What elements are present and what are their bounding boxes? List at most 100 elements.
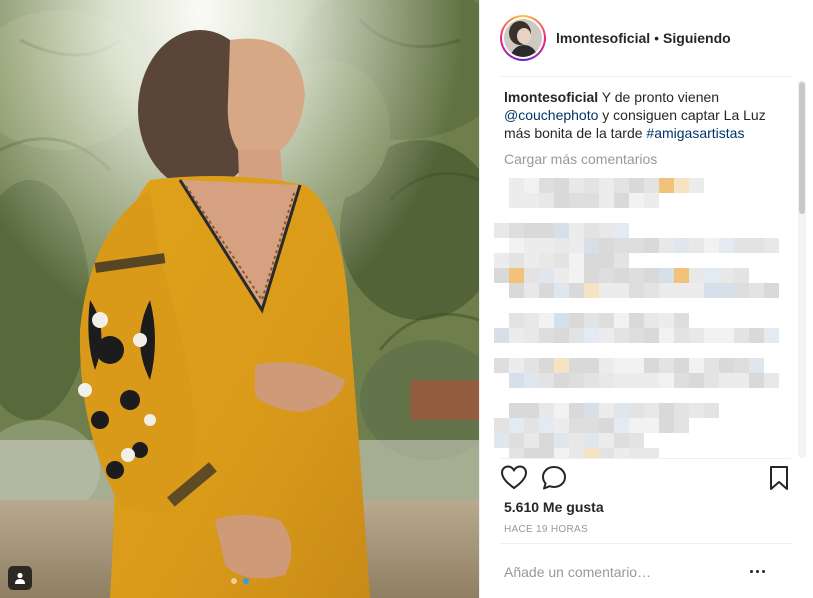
blur-pixel	[704, 358, 719, 373]
photo-scene	[0, 0, 479, 598]
blur-pixel	[554, 253, 569, 268]
post-timestamp[interactable]: HACE 19 HORAS	[504, 524, 588, 535]
blur-pixel	[719, 238, 734, 253]
avatar[interactable]	[500, 15, 546, 61]
blur-pixel	[539, 403, 554, 418]
save-button[interactable]	[765, 464, 793, 497]
blur-pixel	[539, 223, 554, 238]
blur-pixel	[524, 253, 539, 268]
blur-pixel	[614, 238, 629, 253]
blur-pixel	[614, 403, 629, 418]
blur-pixel	[674, 178, 689, 193]
caption-mention[interactable]: @couchephoto	[504, 107, 598, 123]
blur-pixel	[494, 223, 509, 238]
blur-pixel	[539, 178, 554, 193]
blur-pixel	[509, 193, 524, 208]
blur-pixel	[644, 268, 659, 283]
header-separator: •	[654, 30, 660, 46]
blur-pixel	[509, 328, 524, 343]
blur-pixel	[599, 268, 614, 283]
blur-pixel	[539, 418, 554, 433]
blur-pixel	[614, 418, 629, 433]
blur-pixel	[674, 313, 689, 328]
blur-pixel	[674, 328, 689, 343]
blur-pixel	[509, 418, 524, 433]
scrollbar-thumb[interactable]	[799, 82, 805, 214]
comments-scrollbar[interactable]	[798, 80, 806, 458]
blur-pixel	[509, 238, 524, 253]
like-button[interactable]	[500, 464, 528, 497]
blur-pixel	[599, 253, 614, 268]
more-options-icon	[750, 569, 753, 573]
blur-pixel	[509, 373, 524, 388]
blur-pixel	[554, 313, 569, 328]
blur-pixel	[599, 418, 614, 433]
caption-hashtag[interactable]: #amigasartistas	[646, 125, 744, 141]
blur-pixel	[719, 328, 734, 343]
post-photo[interactable]	[0, 0, 479, 598]
user-tags-button[interactable]	[8, 566, 32, 590]
blur-pixel	[629, 178, 644, 193]
blur-pixel	[539, 373, 554, 388]
load-more-comments-button[interactable]: Cargar más comentarios	[504, 150, 790, 168]
blur-pixel	[749, 373, 764, 388]
blur-pixel	[584, 328, 599, 343]
blur-pixel	[659, 283, 674, 298]
blur-pixel	[719, 358, 734, 373]
blur-pixel	[554, 418, 569, 433]
blur-pixel	[629, 313, 644, 328]
more-options-button[interactable]	[750, 566, 768, 576]
blur-pixel	[599, 358, 614, 373]
blur-pixel	[569, 448, 584, 458]
blur-pixel	[554, 193, 569, 208]
author-username[interactable]: lmontesoficial	[556, 30, 650, 46]
blur-pixel	[734, 373, 749, 388]
pixelated-comments	[494, 178, 786, 458]
blur-pixel	[644, 328, 659, 343]
blur-pixel	[539, 193, 554, 208]
blur-pixel	[509, 283, 524, 298]
blur-pixel	[689, 373, 704, 388]
add-comment-input[interactable]	[504, 562, 740, 582]
blur-pixel	[599, 403, 614, 418]
blur-pixel	[689, 283, 704, 298]
blur-pixel	[584, 373, 599, 388]
blur-pixel	[494, 253, 509, 268]
carousel-dot-active[interactable]	[243, 578, 249, 584]
blur-pixel	[584, 403, 599, 418]
blur-pixel	[584, 178, 599, 193]
blur-pixel	[689, 178, 704, 193]
blur-pixel	[569, 268, 584, 283]
blur-pixel	[674, 418, 689, 433]
blur-pixel	[539, 433, 554, 448]
likes-count[interactable]: 5.610 Me gusta	[504, 499, 604, 515]
following-button[interactable]: Siguiendo	[663, 30, 731, 46]
add-comment-divider	[500, 543, 791, 544]
blur-pixel	[629, 448, 644, 458]
blur-pixel	[659, 403, 674, 418]
blur-pixel	[734, 358, 749, 373]
blur-pixel	[644, 358, 659, 373]
blur-pixel	[524, 418, 539, 433]
carousel-dot[interactable]	[231, 578, 237, 584]
blur-pixel	[674, 373, 689, 388]
blur-pixel	[584, 238, 599, 253]
blur-pixel	[659, 328, 674, 343]
caption-username[interactable]: lmontesoficial	[504, 89, 598, 105]
bookmark-icon	[770, 466, 788, 490]
blur-pixel	[569, 193, 584, 208]
blur-pixel	[689, 328, 704, 343]
blur-pixel	[764, 328, 779, 343]
blur-pixel	[734, 268, 749, 283]
user-tag-icon	[15, 572, 25, 584]
blur-pixel	[599, 373, 614, 388]
caption: lmontesoficial Y de pronto vienen @couch…	[504, 88, 790, 142]
blur-pixel	[584, 193, 599, 208]
blur-pixel	[599, 193, 614, 208]
blur-pixel	[494, 358, 509, 373]
blur-pixel	[584, 268, 599, 283]
blur-pixel	[614, 358, 629, 373]
blur-pixel	[554, 373, 569, 388]
comment-button[interactable]	[540, 464, 568, 497]
blur-pixel	[749, 328, 764, 343]
